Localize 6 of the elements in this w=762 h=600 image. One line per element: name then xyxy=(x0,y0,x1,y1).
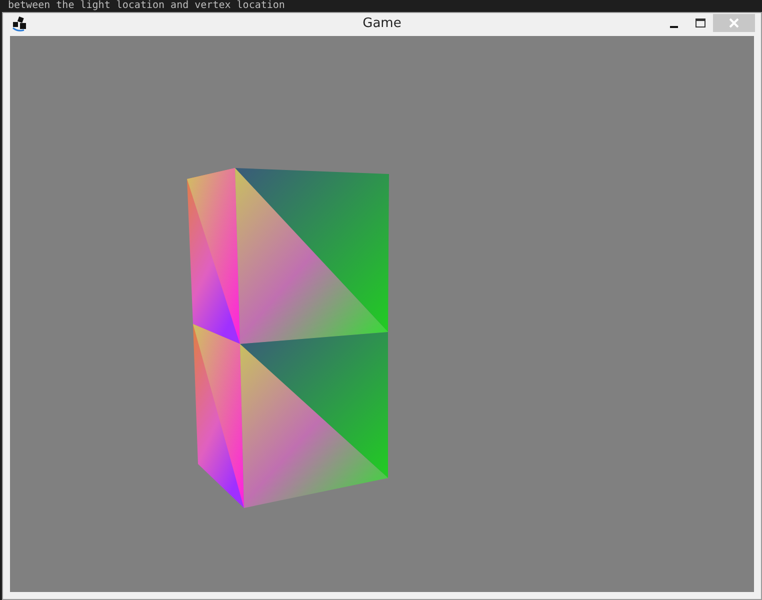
close-icon xyxy=(729,18,739,28)
minimize-icon xyxy=(670,26,678,28)
window-title: Game xyxy=(362,16,402,31)
maximize-icon xyxy=(694,18,706,28)
app-icon xyxy=(12,16,28,32)
background-window-text: between the light location and vertex location xyxy=(8,0,285,12)
